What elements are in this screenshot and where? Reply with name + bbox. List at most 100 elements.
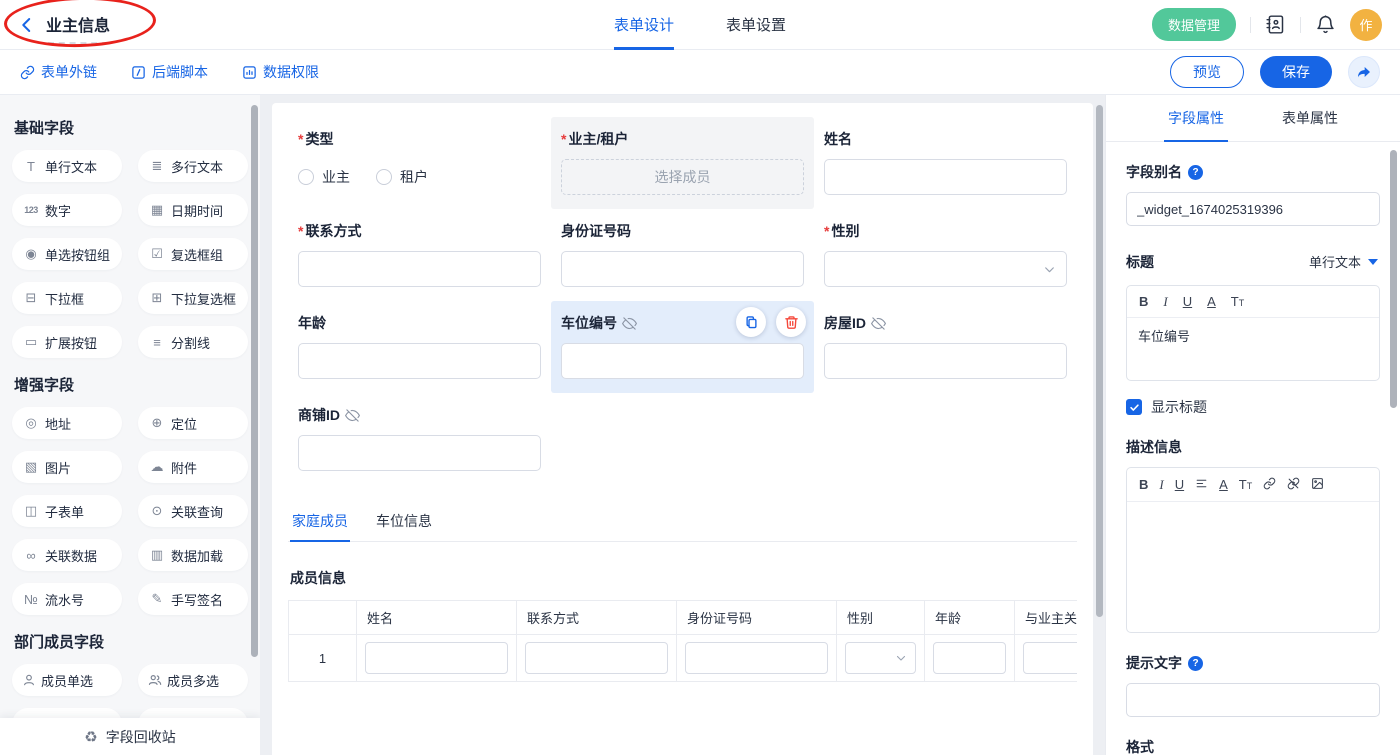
row-gender-select[interactable] — [845, 642, 916, 674]
insert-image-button[interactable] — [1311, 477, 1324, 492]
field-parking-number-selected[interactable]: 车位编号 — [551, 301, 814, 393]
title-content[interactable]: 车位编号 — [1127, 318, 1379, 380]
field-item-member-multi[interactable]: 成员多选 — [138, 664, 248, 696]
radio-tenant[interactable]: 租户 — [376, 167, 428, 187]
panel-scrollbar[interactable] — [1390, 150, 1397, 408]
delete-field-button[interactable] — [776, 307, 806, 337]
field-owner-tenant[interactable]: *业主/租户 选择成员 — [551, 117, 814, 209]
field-item-checkbox-group[interactable]: 复选框组 — [138, 238, 248, 270]
field-gender[interactable]: *性别 — [814, 209, 1077, 301]
field-item-dropdown[interactable]: 下拉框 — [12, 282, 122, 314]
member-picker[interactable]: 选择成员 — [561, 159, 804, 195]
canvas-scrollbar[interactable] — [1096, 105, 1103, 617]
remove-link-button[interactable] — [1287, 477, 1300, 492]
align-button[interactable] — [1195, 477, 1208, 492]
row-age-input[interactable] — [933, 642, 1006, 674]
preview-button[interactable]: 预览 — [1170, 56, 1244, 88]
field-item-data-load[interactable]: 数据加载 — [138, 539, 248, 571]
subform-tab-family[interactable]: 家庭成员 — [290, 505, 350, 541]
underline-button[interactable]: U — [1175, 478, 1184, 491]
radio-group-icon — [22, 246, 40, 262]
parking-number-input[interactable] — [561, 343, 804, 379]
field-house-id[interactable]: 房屋ID — [814, 301, 1077, 393]
backend-script-link[interactable]: 后端脚本 — [131, 62, 208, 82]
share-button[interactable] — [1348, 56, 1380, 88]
data-manage-button[interactable]: 数据管理 — [1152, 8, 1236, 41]
radio-owner[interactable]: 业主 — [298, 167, 350, 187]
field-type-select[interactable]: 单行文本 — [1307, 248, 1380, 275]
row-name-input[interactable] — [365, 642, 508, 674]
field-item-image[interactable]: 图片 — [12, 451, 122, 483]
insert-link-button[interactable] — [1263, 477, 1276, 492]
tab-form-design[interactable]: 表单设计 — [614, 0, 674, 50]
italic-button[interactable]: I — [1159, 478, 1163, 491]
age-input[interactable] — [298, 343, 541, 379]
bell-icon[interactable] — [1315, 14, 1336, 35]
italic-button[interactable]: I — [1163, 295, 1167, 308]
font-size-button[interactable]: TT — [1231, 295, 1244, 308]
font-size-button[interactable]: TT — [1239, 478, 1252, 491]
dropdown-icon — [22, 290, 40, 306]
underline-button[interactable]: U — [1183, 295, 1192, 308]
tab-form-settings[interactable]: 表单设置 — [726, 0, 786, 50]
field-age[interactable]: 年龄 — [288, 301, 551, 393]
field-item-radio-group[interactable]: 单选按钮组 — [12, 238, 122, 270]
help-icon[interactable]: ? — [1188, 656, 1203, 671]
copy-field-button[interactable] — [736, 307, 766, 337]
field-item-signature[interactable]: 手写签名 — [138, 583, 248, 615]
field-item-divider[interactable]: 分割线 — [138, 326, 248, 358]
house-id-input[interactable] — [824, 343, 1067, 379]
bold-button[interactable]: B — [1139, 478, 1148, 491]
field-recycle-bin[interactable]: 字段回收站 — [0, 718, 260, 755]
field-item-linked-data[interactable]: 关联数据 — [12, 539, 122, 571]
code-icon — [131, 65, 146, 80]
gender-select[interactable] — [824, 251, 1067, 287]
field-item-location[interactable]: 定位 — [138, 407, 248, 439]
contact-book-icon[interactable] — [1265, 14, 1286, 35]
bold-button[interactable]: B — [1139, 295, 1148, 308]
sidebar-scrollbar[interactable] — [251, 105, 258, 657]
form-title[interactable]: 业主信息 — [46, 12, 110, 38]
field-item-subform[interactable]: 子表单 — [12, 495, 122, 527]
field-name[interactable]: 姓名 — [814, 117, 1077, 209]
field-item-member-single[interactable]: 成员单选 — [12, 664, 122, 696]
field-id-number[interactable]: 身份证号码 — [551, 209, 814, 301]
data-permission-link[interactable]: 数据权限 — [242, 62, 319, 82]
field-item-address[interactable]: 地址 — [12, 407, 122, 439]
field-contact[interactable]: *联系方式 — [288, 209, 551, 301]
member-single-icon — [22, 673, 36, 687]
show-title-checkbox[interactable]: 显示标题 — [1126, 397, 1380, 417]
field-item-serial-number[interactable]: 流水号 — [12, 583, 122, 615]
save-button[interactable]: 保存 — [1260, 56, 1332, 88]
tab-field-properties[interactable]: 字段属性 — [1168, 95, 1224, 141]
field-item-single-line-text[interactable]: 单行文本 — [12, 150, 122, 182]
form-canvas: *类型 业主 租户 *业主/租户 选择成员 姓名 *联系方式 — [260, 95, 1105, 755]
tab-form-properties[interactable]: 表单属性 — [1282, 95, 1338, 141]
font-color-button[interactable]: A — [1219, 478, 1228, 491]
font-color-button[interactable]: A — [1207, 295, 1216, 308]
contact-input[interactable] — [298, 251, 541, 287]
field-shop-id[interactable]: 商铺ID — [288, 393, 551, 485]
back-icon[interactable] — [18, 16, 36, 34]
help-icon[interactable]: ? — [1188, 165, 1203, 180]
field-item-number[interactable]: 数字 — [12, 194, 122, 226]
field-item-datetime[interactable]: 日期时间 — [138, 194, 248, 226]
field-type[interactable]: *类型 业主 租户 — [288, 117, 551, 209]
alias-input[interactable] — [1126, 192, 1380, 226]
avatar[interactable]: 作 — [1350, 9, 1382, 41]
row-relation-input[interactable] — [1023, 642, 1077, 674]
description-content[interactable] — [1127, 502, 1379, 632]
id-number-input[interactable] — [561, 251, 804, 287]
field-item-extend-button[interactable]: 扩展按钮 — [12, 326, 122, 358]
shop-id-input[interactable] — [298, 435, 541, 471]
row-contact-input[interactable] — [525, 642, 668, 674]
field-item-attachment[interactable]: 附件 — [138, 451, 248, 483]
field-item-multi-line-text[interactable]: 多行文本 — [138, 150, 248, 182]
field-item-linked-query[interactable]: 关联查询 — [138, 495, 248, 527]
subform-tab-parking[interactable]: 车位信息 — [374, 505, 434, 541]
form-external-link[interactable]: 表单外链 — [20, 62, 97, 82]
hint-input[interactable] — [1126, 683, 1380, 717]
name-input[interactable] — [824, 159, 1067, 195]
row-id-number-input[interactable] — [685, 642, 828, 674]
field-item-dropdown-multi[interactable]: 下拉复选框 — [138, 282, 248, 314]
